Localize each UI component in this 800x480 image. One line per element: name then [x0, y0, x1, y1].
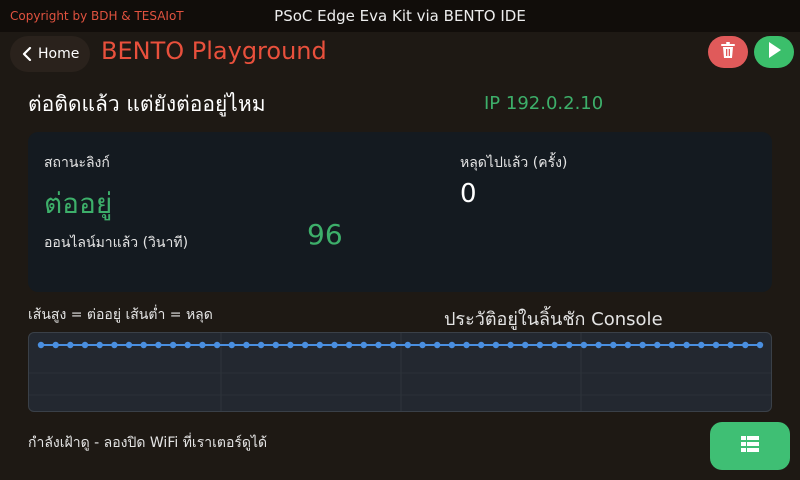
data-point	[434, 341, 441, 349]
play-icon	[766, 41, 782, 63]
data-point	[683, 341, 690, 349]
connection-heading: ต่อติดแล้ว แต่ยังต่ออยู่ไหม	[28, 92, 266, 116]
data-point	[67, 341, 74, 349]
data-point	[81, 341, 89, 349]
console-button[interactable]	[710, 422, 790, 470]
data-point	[727, 341, 734, 349]
data-point	[756, 341, 764, 349]
home-button[interactable]: Home	[10, 36, 90, 72]
drop-count-value: 0	[460, 179, 477, 209]
run-button[interactable]	[754, 36, 794, 68]
status-card: สถานะลิงก์ ต่ออยู่ ออนไลน์มาแล้ว (วินาที…	[28, 132, 772, 292]
data-point	[37, 341, 45, 349]
online-seconds-value: 96	[307, 218, 343, 251]
data-point	[331, 341, 338, 349]
data-point	[551, 341, 558, 349]
data-point	[668, 341, 676, 349]
data-point	[522, 341, 529, 349]
top-bar: Copyright by BDH & TESAIoT PSoC Edge Eva…	[0, 0, 800, 32]
data-point	[404, 341, 411, 349]
data-point	[301, 341, 309, 349]
delete-button[interactable]	[708, 36, 748, 68]
data-point	[390, 341, 397, 349]
data-point	[624, 341, 632, 349]
chart-legend: เส้นสูง = ต่ออยู่ เส้นต่ำ = หลุด	[28, 307, 213, 323]
data-point	[448, 341, 456, 349]
connection-chart	[28, 332, 772, 412]
data-point	[742, 341, 749, 349]
table-icon	[741, 436, 759, 456]
data-point	[698, 341, 705, 349]
data-point	[111, 341, 118, 349]
data-point	[595, 341, 602, 349]
data-point	[213, 341, 221, 349]
drop-count-label: หลุดไปแล้ว (ครั้ง)	[460, 155, 568, 171]
data-point	[52, 341, 59, 349]
home-button-label: Home	[38, 46, 80, 62]
data-point	[639, 341, 646, 349]
data-point	[316, 341, 323, 349]
history-title: ประวัติอยู่ในลิ้นชัก Console	[444, 309, 663, 330]
data-point	[184, 341, 191, 349]
data-point	[654, 341, 661, 349]
data-point	[272, 341, 279, 349]
data-point	[463, 341, 470, 349]
data-point	[478, 341, 485, 349]
trash-icon	[720, 41, 736, 63]
data-point	[125, 341, 133, 349]
ip-address: IP 192.0.2.10	[484, 93, 604, 114]
data-point	[287, 341, 294, 349]
online-seconds-label: ออนไลน์มาแล้ว (วินาที)	[44, 235, 189, 251]
page-title: BENTO Playground	[101, 37, 327, 65]
data-point	[140, 341, 147, 349]
data-point	[580, 341, 588, 349]
data-point	[96, 341, 103, 349]
data-point	[712, 341, 720, 349]
data-point	[610, 341, 617, 349]
connection-chart-svg	[29, 333, 771, 411]
link-status-value: ต่ออยู่	[44, 187, 113, 220]
data-point	[345, 341, 353, 349]
data-point	[228, 341, 235, 349]
data-point	[536, 341, 544, 349]
data-point	[419, 341, 426, 349]
data-point	[155, 341, 162, 349]
data-point	[492, 341, 500, 349]
hint-text: กำลังเฝ้าดู - ลองปิด WiFi ที่เราเตอร์ดูไ…	[28, 435, 268, 451]
data-point	[566, 341, 573, 349]
data-point	[199, 341, 206, 349]
data-point	[375, 341, 382, 349]
app-title: PSoC Edge Eva Kit via BENTO IDE	[274, 7, 526, 25]
data-point	[507, 341, 514, 349]
data-point	[243, 341, 250, 349]
link-status-label: สถานะลิงก์	[44, 155, 110, 171]
chevron-left-icon	[22, 47, 32, 61]
data-point	[257, 341, 265, 349]
data-point	[169, 341, 177, 349]
data-point	[360, 341, 367, 349]
